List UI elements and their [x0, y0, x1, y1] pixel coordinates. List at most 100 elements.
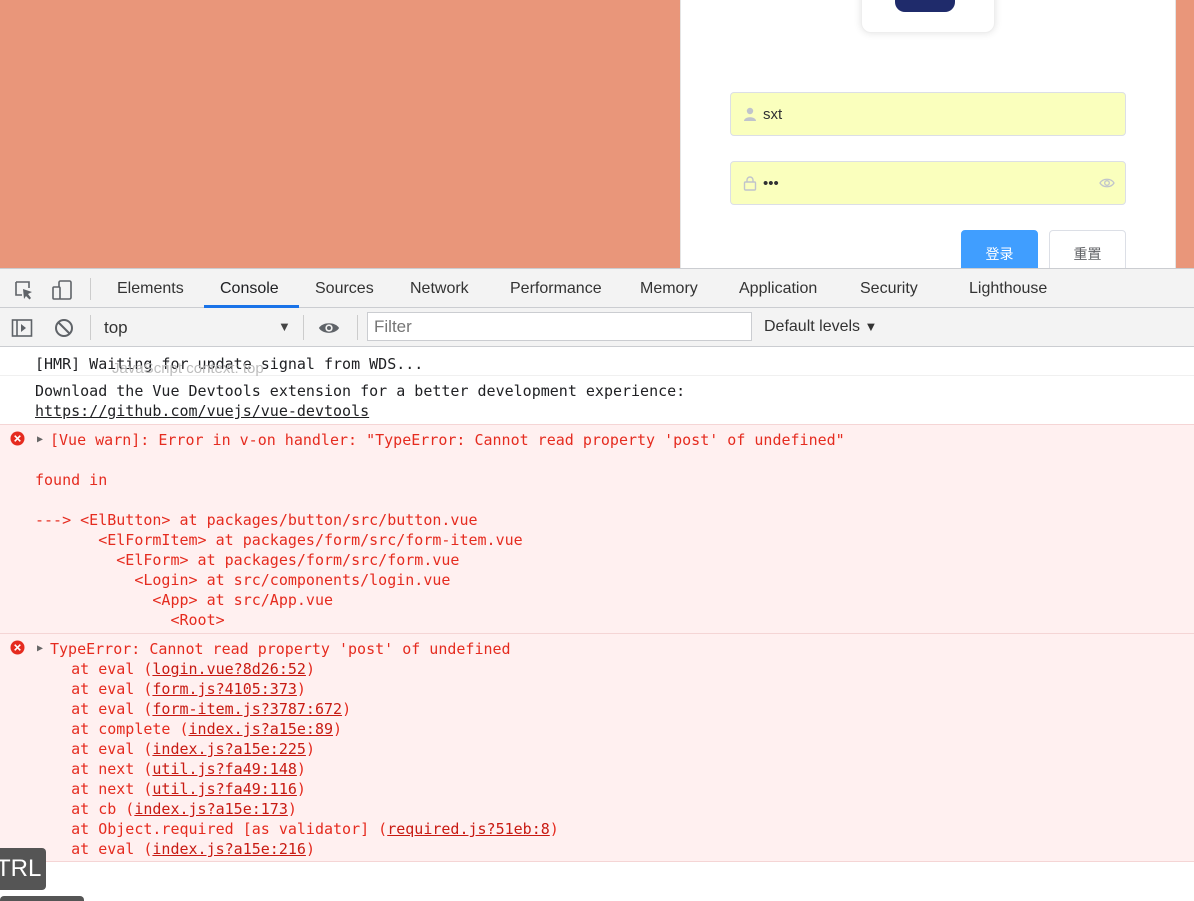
stack-frame-link[interactable]: login.vue?8d26:52: [152, 660, 306, 678]
logo-icon: [895, 0, 955, 12]
found-in-text: found in: [35, 471, 108, 489]
devtools-panel: Elements Console Sources Network Perform…: [0, 268, 1194, 901]
stack-frame-link[interactable]: form-item.js?3787:672: [152, 700, 342, 718]
stack-frame: at eval (form-item.js?3787:672): [35, 699, 351, 719]
login-button[interactable]: 登录: [961, 230, 1038, 268]
stack-frame: at eval (login.vue?8d26:52): [35, 659, 315, 679]
tab-separator: [90, 278, 91, 300]
toolbar-separator: [357, 315, 358, 340]
lock-icon: [743, 176, 757, 191]
tab-elements[interactable]: Elements: [117, 269, 184, 308]
device-toolbar-icon[interactable]: [51, 279, 73, 301]
stack-frame-link[interactable]: index.js?a15e:225: [152, 740, 306, 758]
chevron-down-icon[interactable]: ▼: [278, 319, 291, 334]
logo-box: [861, 0, 995, 33]
stack-frame: at Object.required [as validator] (requi…: [35, 819, 559, 839]
stack-frame-prefix: at eval (: [35, 660, 153, 678]
chevron-down-icon: ▼: [864, 319, 878, 334]
component-trace-line: <App> at src/App.vue: [35, 591, 334, 609]
stack-frame: at complete (index.js?a15e:89): [35, 719, 342, 739]
devtools-tabbar: Elements Console Sources Network Perform…: [0, 268, 1194, 308]
stack-frame-suffix: ): [305, 740, 315, 758]
inspect-element-icon[interactable]: [13, 279, 35, 301]
app-viewport: 登录 重置: [0, 0, 1194, 268]
username-field[interactable]: [730, 92, 1126, 136]
stack-frame-suffix: ): [333, 720, 343, 738]
devtools-link[interactable]: https://github.com/vuejs/vue-devtools: [35, 401, 369, 421]
log-levels-label: Default levels: [764, 318, 861, 335]
tab-console[interactable]: Console: [220, 269, 279, 308]
stack-frame-link[interactable]: util.js?fa49:116: [152, 780, 297, 798]
stack-frame-link[interactable]: required.js?51eb:8: [387, 820, 550, 838]
password-field[interactable]: [730, 161, 1126, 205]
error-icon: [10, 431, 25, 446]
toolbar-separator: [303, 315, 304, 340]
key-overlay-badge: TRL: [0, 848, 46, 890]
tab-memory[interactable]: Memory: [640, 269, 698, 308]
stack-frame-prefix: at eval (: [35, 680, 153, 698]
clear-console-icon[interactable]: [53, 317, 75, 339]
type-error-text: TypeError: Cannot read property 'post' o…: [50, 640, 511, 658]
stack-frame-prefix: at eval (: [35, 740, 153, 758]
console-toolbar: top ▼ Default levels ▼: [0, 308, 1194, 347]
stack-frame-suffix: ): [287, 800, 297, 818]
console-message: [HMR] Waiting for update signal from WDS…: [0, 347, 1194, 377]
error-icon: [10, 640, 25, 655]
stack-frame-suffix: ): [305, 660, 315, 678]
username-input[interactable]: [763, 93, 1083, 135]
tab-lighthouse[interactable]: Lighthouse: [969, 269, 1047, 308]
stack-frame: at cb (index.js?a15e:173): [35, 799, 297, 819]
stack-frame-suffix: ): [296, 780, 306, 798]
login-card: 登录 重置: [680, 0, 1176, 268]
stack-frame: at eval (form.js?4105:373): [35, 679, 306, 699]
stack-frame-prefix: at next (: [35, 780, 153, 798]
console-error-message: ▶ [Vue warn]: Error in v-on handler: "Ty…: [0, 424, 1194, 634]
js-context-select[interactable]: top: [104, 318, 128, 338]
component-trace-line: <Login> at src/components/login.vue: [35, 571, 451, 589]
tab-sources[interactable]: Sources: [315, 269, 374, 308]
component-trace-line: <ElFormItem> at packages/form/src/form-i…: [35, 531, 523, 549]
stack-frame-link[interactable]: index.js?a15e:89: [189, 720, 334, 738]
tab-security[interactable]: Security: [860, 269, 918, 308]
devtools-message: Download the Vue Devtools extension for …: [35, 382, 686, 400]
stack-frame-suffix: ): [296, 760, 306, 778]
stack-frame: at eval (index.js?a15e:225): [35, 739, 315, 759]
password-input[interactable]: [763, 162, 1083, 204]
stack-frame: at next (util.js?fa49:148): [35, 759, 306, 779]
eye-icon[interactable]: [318, 317, 340, 339]
stack-frame-link[interactable]: util.js?fa49:148: [152, 760, 297, 778]
key-overlay-badge-secondary: [0, 896, 84, 901]
component-trace-line: ---> <ElButton> at packages/button/src/b…: [35, 511, 478, 529]
stack-frame-prefix: at Object.required [as validator] (: [35, 820, 388, 838]
tab-application[interactable]: Application: [739, 269, 817, 308]
tab-network[interactable]: Network: [410, 269, 469, 308]
stack-frame-link[interactable]: index.js?a15e:173: [134, 800, 288, 818]
context-tooltip: JavaScript context: top: [112, 360, 264, 377]
toolbar-separator: [90, 315, 91, 340]
stack-frame-suffix: ): [296, 680, 306, 698]
console-message: Download the Vue Devtools extension for …: [0, 376, 1194, 424]
stack-frame-prefix: at eval (: [35, 700, 153, 718]
eye-icon[interactable]: [1099, 176, 1115, 190]
stack-frame-link[interactable]: index.js?a15e:216: [152, 840, 306, 858]
filter-input[interactable]: [367, 312, 752, 341]
stack-frame-prefix: at next (: [35, 760, 153, 778]
user-icon: [744, 107, 756, 121]
stack-frame: at eval (index.js?a15e:216): [35, 839, 315, 859]
expand-triangle-icon[interactable]: ▶: [37, 643, 43, 654]
component-trace-line: <ElForm> at packages/form/src/form.vue: [35, 551, 460, 569]
sidebar-toggle-icon[interactable]: [11, 317, 33, 339]
stack-frame-suffix: ): [342, 700, 352, 718]
expand-triangle-icon[interactable]: ▶: [37, 434, 43, 445]
log-levels-dropdown[interactable]: Default levels ▼: [764, 318, 877, 336]
stack-frame-prefix: at cb (: [35, 800, 135, 818]
console-error-message: ▶ TypeError: Cannot read property 'post'…: [0, 633, 1194, 862]
console-output: [HMR] Waiting for update signal from WDS…: [0, 347, 1194, 901]
reset-button[interactable]: 重置: [1049, 230, 1126, 268]
tab-performance[interactable]: Performance: [510, 269, 602, 308]
stack-frame-link[interactable]: form.js?4105:373: [152, 680, 297, 698]
vue-warn-text: [Vue warn]: Error in v-on handler: "Type…: [50, 431, 845, 449]
stack-frame-prefix: at complete (: [35, 720, 189, 738]
stack-frame-prefix: at eval (: [35, 840, 153, 858]
stack-frame-suffix: ): [549, 820, 559, 838]
